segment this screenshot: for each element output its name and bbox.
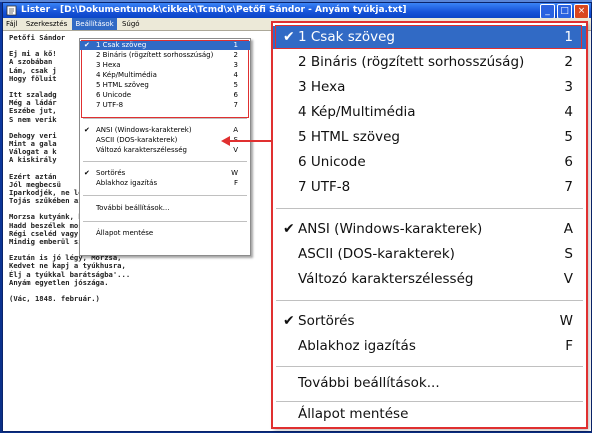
menu-edit[interactable]: Szerkesztés: [23, 18, 70, 30]
menu-help[interactable]: Súgó: [119, 18, 143, 30]
title-bar[interactable]: Lister - [D:\Dokumentumok\cikkek\Tcmd\x\…: [3, 3, 591, 19]
zoom-item-wrap[interactable]: ✔ Sortörés W: [273, 310, 586, 333]
zoom-item-more-settings[interactable]: További beállítások...: [273, 372, 586, 395]
dd-item-text-only[interactable]: ✔ 1 Csak szöveg 1: [80, 41, 250, 50]
dd-item-wrap[interactable]: ✔ Sortörés W: [80, 169, 250, 178]
zoom-separator: [276, 208, 583, 209]
zoom-item-binary[interactable]: 2 Bináris (rögzített sorhosszúság) 2: [273, 51, 586, 74]
zoom-item-text-only[interactable]: ✔ 1 Csak szöveg 1: [273, 26, 586, 49]
check-icon: ✔: [283, 221, 295, 237]
dd-item-save-state[interactable]: Állapot mentése: [80, 229, 250, 238]
dd-item-image[interactable]: 4 Kép/Multimédia 4: [80, 71, 250, 80]
settings-dropdown: ✔ 1 Csak szöveg 1 2 Bináris (rögzített s…: [79, 38, 251, 256]
minimize-button[interactable]: _: [540, 4, 555, 19]
callout-arrow-line: [229, 140, 273, 142]
zoom-item-fit[interactable]: Ablakhoz igazítás F: [273, 335, 586, 358]
zoomed-settings-menu: ✔ 1 Csak szöveg 1 2 Bináris (rögzített s…: [271, 21, 588, 429]
dd-separator: [83, 161, 247, 162]
zoom-item-image[interactable]: 4 Kép/Multimédia 4: [273, 101, 586, 124]
app-icon: [6, 5, 17, 16]
dd-item-binary[interactable]: 2 Bináris (rögzített sorhosszúság) 2: [80, 51, 250, 60]
dd-item-variable[interactable]: Változó karakterszélesség V: [80, 146, 250, 155]
dd-separator: [83, 221, 247, 222]
zoom-item-utf8[interactable]: 7 UTF-8 7: [273, 176, 586, 199]
dd-item-more-settings[interactable]: További beállítások...: [80, 204, 250, 213]
menu-settings[interactable]: Beállítások: [72, 18, 117, 30]
zoom-item-ascii[interactable]: ASCII (DOS-karakterek) S: [273, 243, 586, 266]
dd-item-html[interactable]: 5 HTML szöveg 5: [80, 81, 250, 90]
dd-item-ansi[interactable]: ✔ ANSI (Windows-karakterek) A: [80, 126, 250, 135]
zoom-item-unicode[interactable]: 6 Unicode 6: [273, 151, 586, 174]
check-icon: ✔: [283, 29, 295, 45]
dd-item-unicode[interactable]: 6 Unicode 6: [80, 91, 250, 100]
maximize-button[interactable]: □: [557, 4, 572, 19]
window-controls: _ □ ×: [540, 4, 589, 19]
callout-arrow-head: [221, 136, 230, 146]
dd-separator: [83, 118, 247, 119]
menu-file[interactable]: Fájl: [3, 18, 21, 30]
zoom-separator: [276, 401, 583, 402]
window-title: Lister - [D:\Dokumentumok\cikkek\Tcmd\x\…: [21, 5, 407, 15]
dd-item-utf8[interactable]: 7 UTF-8 7: [80, 101, 250, 110]
zoom-item-html[interactable]: 5 HTML szöveg 5: [273, 126, 586, 149]
zoom-item-variable[interactable]: Változó karakterszélesség V: [273, 268, 586, 291]
zoom-separator: [276, 300, 583, 301]
zoom-item-save-state[interactable]: Állapot mentése: [273, 403, 586, 426]
zoom-item-ansi[interactable]: ✔ ANSI (Windows-karakterek) A: [273, 218, 586, 241]
zoom-separator: [276, 366, 583, 367]
zoom-item-hexa[interactable]: 3 Hexa 3: [273, 76, 586, 99]
dd-item-fit[interactable]: Ablakhoz igazítás F: [80, 179, 250, 188]
dd-item-hexa[interactable]: 3 Hexa 3: [80, 61, 250, 70]
check-icon: ✔: [283, 313, 295, 329]
close-button[interactable]: ×: [574, 4, 589, 19]
dd-separator: [83, 195, 247, 196]
